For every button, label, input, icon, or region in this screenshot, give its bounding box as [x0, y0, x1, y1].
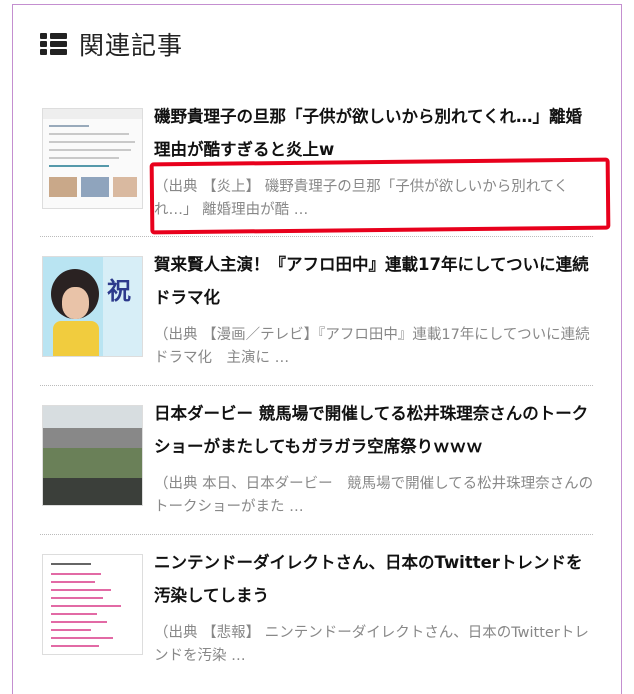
- highlight-annotation: [149, 157, 611, 235]
- article-thumbnail[interactable]: [42, 554, 143, 655]
- article-thumbnail[interactable]: 祝: [42, 256, 143, 357]
- article-excerpt: （出典 【悲報】 ニンテンドーダイレクトさん、日本のTwitterトレンドを汚染…: [154, 625, 589, 664]
- article-item[interactable]: 祝 賀来賢人主演！『アフロ田中』連載17年にしてついに連続ドラマ化 （出典 【漫…: [40, 255, 593, 386]
- divider: [40, 534, 593, 535]
- article-item[interactable]: ニンテンドーダイレクトさん、日本のTwitterトレンドを汚染してしまう （出典…: [40, 553, 593, 684]
- article-title[interactable]: 賀来賢人主演！『アフロ田中』連載17年にしてついに連続ドラマ化: [154, 248, 594, 314]
- article-title[interactable]: 日本ダービー 競馬場で開催してる松井珠理奈さんのトークショーがまたしてもガラガラ…: [154, 397, 594, 463]
- article-excerpt: （出典 本日、日本ダービー 競馬場で開催してる松井珠理奈さんのトークショーがまた…: [154, 476, 594, 515]
- article-thumbnail[interactable]: [42, 405, 143, 506]
- thumbnail-text: 祝: [107, 277, 131, 305]
- list-icon: [40, 33, 67, 55]
- article-title[interactable]: ニンテンドーダイレクトさん、日本のTwitterトレンドを汚染してしまう: [154, 546, 594, 612]
- article-title[interactable]: 磯野貴理子の旦那「子供が欲しいから別れてくれ…」離婚理由が酷すぎると炎上w: [154, 100, 594, 166]
- article-excerpt: （出典 【漫画／テレビ】『アフロ田中』連載17年にしてついに連続ドラマ化 主演に…: [154, 327, 590, 366]
- divider: [40, 236, 593, 237]
- divider: [40, 385, 593, 386]
- article-item[interactable]: 日本ダービー 競馬場で開催してる松井珠理奈さんのトークショーがまたしてもガラガラ…: [40, 404, 594, 535]
- article-thumbnail[interactable]: [42, 108, 143, 209]
- section-heading: 関連記事: [40, 26, 183, 62]
- section-title: 関連記事: [79, 31, 184, 60]
